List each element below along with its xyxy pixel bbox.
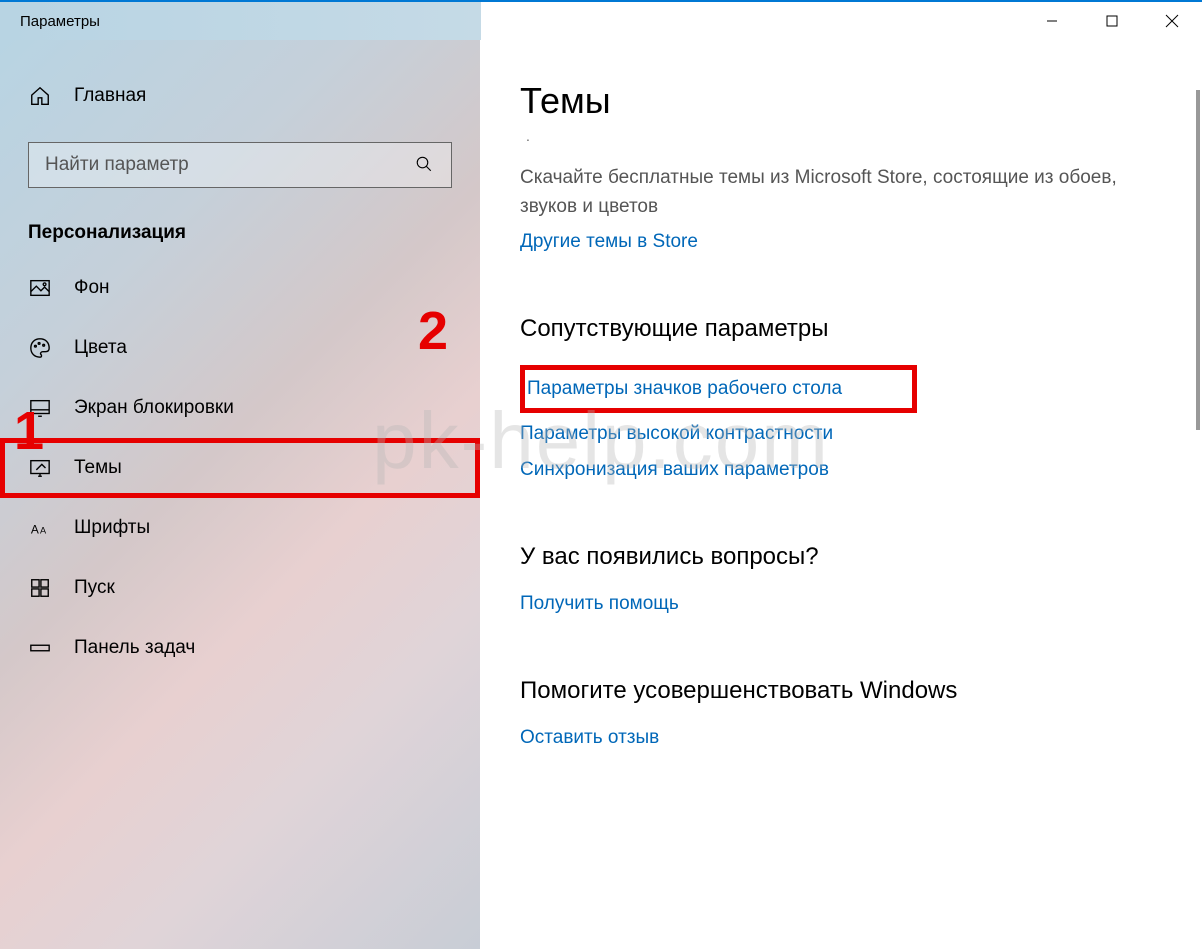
sidebar-item-label: Фон (74, 277, 110, 299)
sidebar-item-label: Цвета (74, 337, 127, 359)
subtitle-dot: . (526, 128, 1174, 144)
search-input[interactable] (45, 154, 415, 176)
page-title: Темы (520, 80, 1174, 122)
titlebar: Параметры (0, 0, 1202, 40)
sidebar-item-lockscreen[interactable]: Экран блокировки (0, 378, 480, 438)
desktop-icons-settings-link[interactable]: Параметры значков рабочего стола (525, 378, 842, 400)
app-body: Главная Персонализация Фон Цвета Э (0, 40, 1202, 949)
sync-settings-link[interactable]: Синхронизация ваших параметров (520, 459, 1174, 481)
sidebar-item-label: Темы (74, 457, 122, 479)
search-box[interactable] (28, 142, 452, 188)
sidebar-item-fonts[interactable]: AA Шрифты (0, 498, 480, 558)
titlebar-title: Параметры (20, 13, 100, 30)
home-icon (28, 84, 52, 108)
sidebar-item-label: Панель задач (74, 637, 195, 659)
themes-description: Скачайте бесплатные темы из Microsoft St… (520, 164, 1174, 221)
image-icon (28, 276, 52, 300)
sidebar-item-label: Экран блокировки (74, 397, 234, 419)
annotation-1: 1 (14, 400, 44, 462)
scrollbar[interactable] (1196, 90, 1200, 430)
annotation-2: 2 (418, 300, 448, 362)
sidebar-item-themes[interactable]: Темы (0, 438, 480, 498)
palette-icon (28, 336, 52, 360)
related-section-title: Сопутствующие параметры (520, 315, 1174, 343)
sidebar-item-label: Шрифты (74, 517, 150, 539)
fonts-icon: AA (28, 516, 52, 540)
svg-text:A: A (40, 526, 47, 536)
high-contrast-link[interactable]: Параметры высокой контрастности (520, 423, 1174, 445)
minimize-button[interactable] (1022, 1, 1082, 41)
sidebar-item-taskbar[interactable]: Панель задач (0, 618, 480, 678)
category-header: Персонализация (0, 198, 480, 258)
content: Темы . Скачайте бесплатные темы из Micro… (480, 40, 1202, 949)
questions-section-title: У вас появились вопросы? (520, 543, 1174, 571)
sidebar: Главная Персонализация Фон Цвета Э (0, 40, 480, 949)
highlighted-desktop-icons-link: Параметры значков рабочего стола (520, 365, 917, 413)
sidebar-home-label: Главная (74, 85, 146, 107)
close-button[interactable] (1142, 1, 1202, 41)
window-controls (1022, 1, 1202, 41)
feedback-section-title: Помогите усовершенствовать Windows (520, 677, 1174, 705)
sidebar-item-start[interactable]: Пуск (0, 558, 480, 618)
svg-text:A: A (31, 523, 39, 537)
store-link[interactable]: Другие темы в Store (520, 231, 1174, 253)
sidebar-item-label: Пуск (74, 577, 115, 599)
search-icon (415, 155, 435, 175)
taskbar-icon (28, 636, 52, 660)
sidebar-home[interactable]: Главная (0, 70, 480, 122)
sidebar-item-colors[interactable]: Цвета (0, 318, 480, 378)
maximize-button[interactable] (1082, 1, 1142, 41)
get-help-link[interactable]: Получить помощь (520, 593, 1174, 615)
sidebar-item-background[interactable]: Фон (0, 258, 480, 318)
feedback-link[interactable]: Оставить отзыв (520, 727, 1174, 749)
start-icon (28, 576, 52, 600)
